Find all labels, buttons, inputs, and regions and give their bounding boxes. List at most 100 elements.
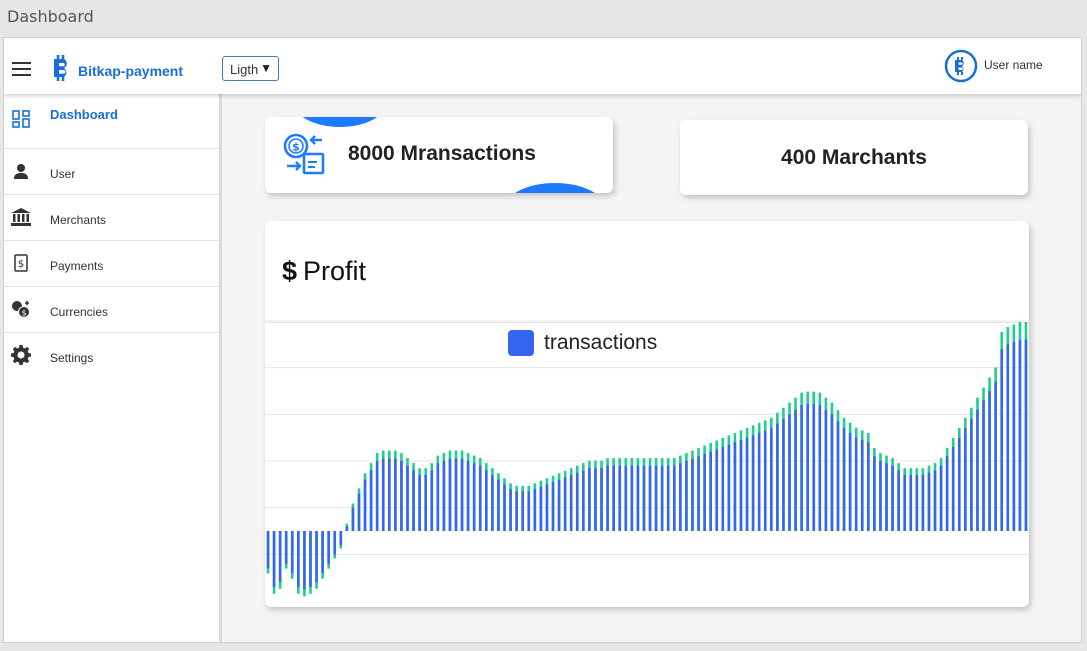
chart-bar[interactable] <box>812 391 816 531</box>
chart-bar[interactable] <box>933 463 937 531</box>
chart-bar[interactable] <box>412 463 415 531</box>
chart-bar[interactable] <box>284 531 288 569</box>
chart-bar[interactable] <box>600 460 603 531</box>
chart-bar[interactable] <box>909 468 913 531</box>
hamburger-menu-icon[interactable] <box>12 62 31 76</box>
chart-bar[interactable] <box>460 450 464 531</box>
chart-bar[interactable] <box>339 531 343 549</box>
chart-bar[interactable] <box>406 458 409 531</box>
chart-bar[interactable] <box>939 458 943 531</box>
chart-bar[interactable] <box>927 465 931 531</box>
chart-bar[interactable] <box>782 407 785 531</box>
chart-bar[interactable] <box>588 460 591 531</box>
chart-bar[interactable] <box>594 460 597 531</box>
chart-bar[interactable] <box>1018 322 1022 531</box>
chart-bar[interactable] <box>557 473 561 531</box>
chart-bar[interactable] <box>1006 327 1010 531</box>
user-name[interactable]: User name <box>984 58 1043 72</box>
chart-bar[interactable] <box>551 475 555 531</box>
chart-bar[interactable] <box>351 503 355 531</box>
user-avatar-bitcoin-icon[interactable] <box>944 49 978 83</box>
chart-bar[interactable] <box>418 468 421 531</box>
chart-bar[interactable] <box>290 531 294 579</box>
chart-bar[interactable] <box>854 427 858 531</box>
chart-bar[interactable] <box>642 458 646 531</box>
chart-bar[interactable] <box>715 440 719 531</box>
chart-bar[interactable] <box>582 463 585 531</box>
chart-bar[interactable] <box>400 453 403 531</box>
chart-bar[interactable] <box>630 458 634 531</box>
chart-bar[interactable] <box>830 402 834 531</box>
chart-bar[interactable] <box>424 468 427 531</box>
chart-bar[interactable] <box>575 465 579 531</box>
chart-bar[interactable] <box>527 485 531 531</box>
chart-bar[interactable] <box>430 463 434 531</box>
chart-bar[interactable] <box>466 453 470 531</box>
chart-bar[interactable] <box>721 437 725 531</box>
chart-bar[interactable] <box>751 425 755 531</box>
chart-bar[interactable] <box>478 458 482 531</box>
chart-bar[interactable] <box>691 450 694 531</box>
sidebar-item-user[interactable]: User <box>4 149 219 195</box>
chart-bar[interactable] <box>539 480 543 531</box>
chart-bar[interactable] <box>957 427 961 531</box>
chart-bar[interactable] <box>509 483 512 531</box>
chart-bar[interactable] <box>679 455 682 531</box>
chart-bar[interactable] <box>867 432 870 531</box>
chart-bar[interactable] <box>739 430 743 531</box>
chart-bar[interactable] <box>836 410 840 531</box>
theme-select[interactable]: Ligth ▼ <box>222 56 279 81</box>
chart-bar[interactable] <box>315 531 318 589</box>
chart-bar[interactable] <box>794 397 797 531</box>
chart-bar[interactable] <box>885 455 888 531</box>
chart-bar[interactable] <box>697 448 700 531</box>
chart-bar[interactable] <box>873 448 876 531</box>
sidebar-item-merchants[interactable]: Merchants <box>4 195 219 241</box>
chart-bar[interactable] <box>515 485 518 531</box>
chart-bar[interactable] <box>357 488 361 531</box>
chart-bar[interactable] <box>448 450 452 531</box>
chart-bar[interactable] <box>818 392 822 531</box>
chart-bar[interactable] <box>521 485 524 531</box>
chart-bar[interactable] <box>1000 332 1004 531</box>
chart-bar[interactable] <box>660 458 664 531</box>
chart-bar[interactable] <box>454 450 458 531</box>
chart-bar[interactable] <box>745 427 749 531</box>
chart-bar[interactable] <box>860 430 864 531</box>
sidebar-item-dashboard[interactable]: Dashboard <box>4 94 219 149</box>
chart-bar[interactable] <box>442 453 446 531</box>
chart-bar[interactable] <box>800 392 803 531</box>
sidebar-item-settings[interactable]: Settings <box>4 333 219 379</box>
chart-bar[interactable] <box>436 455 440 531</box>
chart-bar[interactable] <box>381 450 385 531</box>
chart-bar[interactable] <box>648 458 652 531</box>
chart-bar[interactable] <box>333 531 337 559</box>
chart-bar[interactable] <box>297 531 300 594</box>
chart-bar[interactable] <box>970 407 973 531</box>
chart-bar[interactable] <box>309 531 312 594</box>
chart-bar[interactable] <box>757 422 761 531</box>
chart-bar[interactable] <box>327 531 330 569</box>
chart-bar[interactable] <box>733 432 737 531</box>
chart-bar[interactable] <box>272 531 276 594</box>
chart-bar[interactable] <box>982 387 985 531</box>
chart-bar[interactable] <box>363 473 367 531</box>
chart-bar[interactable] <box>1024 322 1028 531</box>
chart-bar[interactable] <box>763 420 767 531</box>
chart-bar[interactable] <box>533 483 537 531</box>
chart-bar[interactable] <box>727 435 731 531</box>
chart-bar[interactable] <box>672 458 676 531</box>
chart-bar[interactable] <box>703 445 706 531</box>
chart-bar[interactable] <box>394 450 397 531</box>
chart-bar[interactable] <box>685 453 688 531</box>
chart-bar[interactable] <box>369 463 373 531</box>
chart-bar[interactable] <box>788 402 791 531</box>
chart-bar[interactable] <box>994 367 997 531</box>
chart-bar[interactable] <box>921 468 925 531</box>
chart-bar[interactable] <box>345 523 349 531</box>
chart-bar[interactable] <box>976 397 979 531</box>
chart-bar[interactable] <box>491 468 494 531</box>
chart-bar[interactable] <box>606 458 609 531</box>
chart-bar[interactable] <box>654 458 658 531</box>
chart-bar[interactable] <box>891 458 894 531</box>
